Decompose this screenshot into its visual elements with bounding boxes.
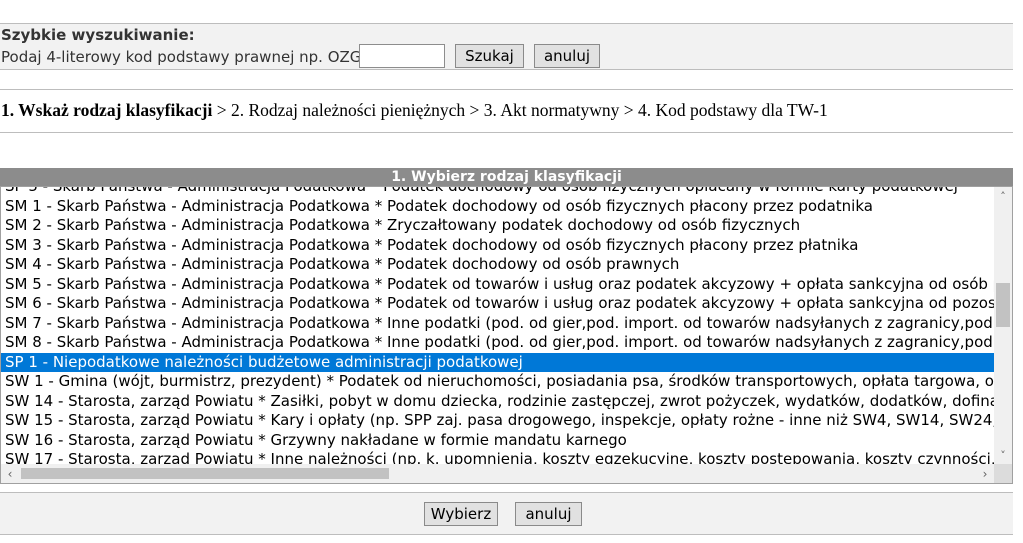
quick-search-cancel-button[interactable]: anuluj <box>534 44 600 68</box>
choose-button[interactable]: Wybierz <box>424 502 498 526</box>
step-1-active: 1. Wskaż rodzaj klasyfikacji <box>1 100 213 120</box>
search-button[interactable]: Szukaj <box>455 44 524 68</box>
chevron-down-icon[interactable]: ˅ <box>994 446 1012 464</box>
vertical-scrollbar[interactable]: ˄ ˅ <box>994 187 1012 464</box>
list-option[interactable]: SM 8 - Skarb Państwa - Administracja Pod… <box>1 333 994 353</box>
step-4: 4. Kod podstawy dla TW-1 <box>638 100 828 120</box>
step-separator: > <box>212 100 231 120</box>
list-option[interactable]: SP 5 - Skarb Państwa - Administracja Pod… <box>1 187 994 197</box>
listbox-options: SP 5 - Skarb Państwa - Administracja Pod… <box>1 187 994 464</box>
chevron-left-icon[interactable]: ‹ <box>1 464 19 483</box>
quick-search-label: Podaj 4-literowy kod podstawy prawnej np… <box>1 48 373 66</box>
horizontal-scroll-thumb[interactable] <box>21 468 389 479</box>
classification-listbox[interactable]: SP 5 - Skarb Państwa - Administracja Pod… <box>0 186 1013 484</box>
list-option[interactable]: SW 15 - Starosta, zarząd Powiatu * Kary … <box>1 411 994 431</box>
list-option[interactable]: SW 17 - Starosta, zarząd Powiatu * Inne … <box>1 450 994 464</box>
wizard-breadcrumb: 1. Wskaż rodzaj klasyfikacji > 2. Rodzaj… <box>0 89 1013 133</box>
chevron-up-icon[interactable]: ˄ <box>994 187 1012 205</box>
panel-title: 1. Wybierz rodzaj klasyfikacji <box>0 168 1013 186</box>
list-option[interactable]: SM 7 - Skarb Państwa - Administracja Pod… <box>1 314 994 334</box>
list-option[interactable]: SM 2 - Skarb Państwa - Administracja Pod… <box>1 216 994 236</box>
list-option[interactable]: SM 4 - Skarb Państwa - Administracja Pod… <box>1 255 994 275</box>
scrollbar-corner <box>994 464 1012 483</box>
legal-basis-code-input[interactable] <box>359 44 445 68</box>
list-option[interactable]: SM 6 - Skarb Państwa - Administracja Pod… <box>1 294 994 314</box>
vertical-scroll-thumb[interactable] <box>996 283 1010 327</box>
list-option[interactable]: SM 5 - Skarb Państwa - Administracja Pod… <box>1 275 994 295</box>
list-option[interactable]: SM 1 - Skarb Państwa - Administracja Pod… <box>1 197 994 217</box>
horizontal-scrollbar[interactable]: ‹ › <box>1 464 994 483</box>
step-separator: > <box>465 100 484 120</box>
list-option[interactable]: SW 16 - Starosta, zarząd Powiatu * Grzyw… <box>1 431 994 451</box>
bottom-action-bar <box>0 492 1013 535</box>
list-option[interactable]: SW 1 - Gmina (wójt, burmistrz, prezydent… <box>1 372 994 392</box>
step-2: 2. Rodzaj należności pieniężnych <box>230 100 466 120</box>
chevron-right-icon[interactable]: › <box>976 464 994 483</box>
quick-search-title: Szybkie wyszukiwanie: <box>1 26 195 44</box>
bottom-cancel-button[interactable]: anuluj <box>515 502 582 526</box>
listbox-viewport: SP 5 - Skarb Państwa - Administracja Pod… <box>1 187 994 464</box>
step-3: 3. Akt normatywny <box>483 100 620 120</box>
step-separator: > <box>619 100 639 120</box>
list-option[interactable]: SM 3 - Skarb Państwa - Administracja Pod… <box>1 236 994 256</box>
list-option[interactable]: SP 1 - Niepodatkowe należności budżetowe… <box>1 352 994 372</box>
list-option[interactable]: SW 14 - Starosta, zarząd Powiatu * Zasił… <box>1 392 994 412</box>
